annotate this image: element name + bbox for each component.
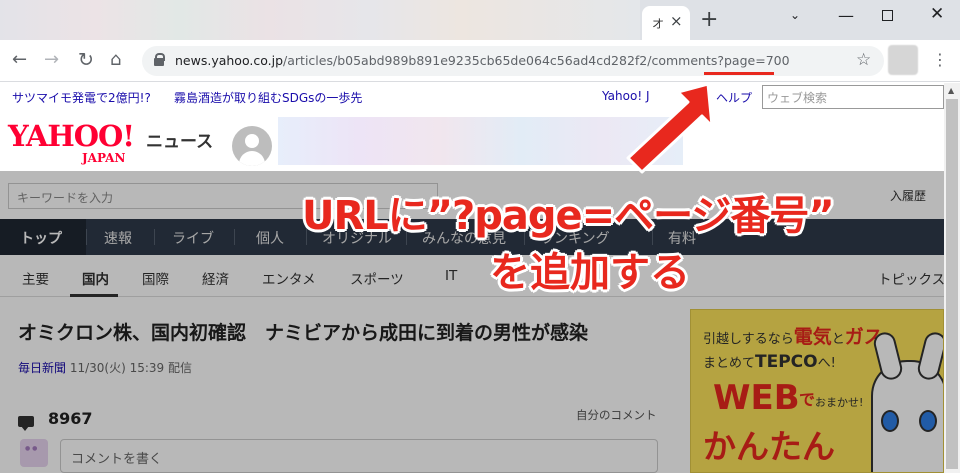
reload-button[interactable]: ↻ (78, 49, 94, 71)
tepco-ad[interactable]: 引越しするなら電気とガス まとめてTEPCOへ! WEB で おまかせ! かんた… (690, 309, 944, 473)
logo-japan-text: JAPAN (82, 151, 126, 165)
nav-divider (86, 229, 87, 245)
browser-menu-icon[interactable]: ⋮ (932, 49, 948, 71)
back-button[interactable]: ← (12, 49, 27, 71)
subnav-economy[interactable]: 経済 (202, 268, 229, 288)
web-search-input[interactable]: ウェブ検索 (762, 85, 944, 109)
url-highlight-underline (704, 72, 774, 75)
user-avatar-icon[interactable] (232, 126, 272, 166)
home-button[interactable]: ⌂ (110, 49, 121, 71)
subnav-it[interactable]: IT (445, 268, 457, 284)
nav-live[interactable]: ライブ (172, 228, 214, 248)
nav-breaking[interactable]: 速報 (104, 228, 132, 248)
logo-yahoo-text: YAHOO! (8, 119, 135, 153)
promo-link-2[interactable]: 霧島酒造が取り組むSDGsの一歩先 (174, 89, 362, 106)
maximize-button[interactable] (882, 10, 893, 21)
url-text[interactable]: news.yahoo.co.jp/articles/b05abd989b891e… (175, 53, 790, 68)
forward-button[interactable]: → (44, 49, 59, 71)
publisher-link[interactable]: 毎日新聞 (18, 361, 66, 375)
subnav-international[interactable]: 国際 (142, 268, 169, 288)
browser-toolbar: ← → ↻ ⌂ news.yahoo.co.jp/articles/b05abd… (0, 40, 960, 82)
my-comments-link[interactable]: 自分のコメント (576, 407, 657, 423)
url-host: news.yahoo.co.jp (175, 53, 284, 68)
tab-title: オ (652, 17, 665, 31)
ad-de-text: で (799, 390, 816, 409)
subnav-active-underline (70, 294, 118, 297)
browser-titlebar: オ × + ⌄ — ✕ (0, 0, 960, 40)
subnav-domestic[interactable]: 国内 (82, 268, 109, 288)
blurred-tabs (0, 0, 640, 40)
publish-date: 11/30(火) 15:39 配信 (69, 361, 193, 375)
tab-search-icon[interactable]: ⌄ (790, 8, 800, 22)
article-headline[interactable]: オミクロン株、国内初確認 ナミビアから成田に到着の男性が感染 (18, 318, 588, 345)
yahoo-topbar: サツマイモ発電で2億円!? 霧島酒造が取り組むSDGsの一歩先 Yahoo! J… (0, 83, 944, 111)
subnav-entertainment[interactable]: エンタメ (262, 268, 316, 288)
comment-count: 8967 (48, 409, 93, 428)
subnav-sports[interactable]: スポーツ (350, 268, 404, 288)
page-scrollbar[interactable]: ▲ (944, 83, 960, 473)
logo-news-text: ニュース (146, 132, 214, 152)
category-subnav: 主要 国内 国際 経済 エンタメ スポーツ IT トピックス (0, 255, 944, 297)
minimize-button[interactable]: — (838, 6, 854, 25)
scroll-thumb[interactable] (946, 99, 958, 469)
comment-icon (18, 416, 34, 431)
url-path: /articles/b05abd989b891e9235cb65de064c56… (283, 53, 790, 68)
scroll-up-icon[interactable]: ▲ (948, 86, 954, 95)
ad-line2: まとめてTEPCOへ! (703, 352, 836, 372)
close-window-button[interactable]: ✕ (930, 4, 944, 24)
annotation-arrow-icon (626, 82, 714, 174)
article-source: 毎日新聞 11/30(火) 15:39 配信 (18, 359, 192, 376)
tab-close-icon[interactable]: × (670, 12, 683, 30)
rabbit-mascot-icon (871, 330, 943, 472)
nav-divider (234, 229, 235, 245)
ad-line1: 引越しするなら電気とガス (703, 326, 883, 348)
search-history-link[interactable]: 入履歴 (890, 187, 926, 204)
ad-web-text: WEB (713, 378, 800, 418)
nav-divider (154, 229, 155, 245)
lock-icon[interactable] (154, 53, 165, 66)
web-page: サツマイモ発電で2億円!? 霧島酒造が取り組むSDGsの一歩先 Yahoo! J… (0, 83, 944, 473)
profile-avatar[interactable] (888, 45, 918, 75)
my-avatar-icon (20, 439, 48, 467)
comment-input[interactable]: コメントを書く (60, 439, 658, 473)
active-tab[interactable]: オ × (642, 6, 690, 40)
annotation-line1: URLに”?page=ページ番号” (301, 192, 835, 240)
promo-link-1[interactable]: サツマイモ発電で2億円!? (12, 89, 151, 106)
nav-top[interactable]: トップ (20, 228, 62, 248)
nav-individual[interactable]: 個人 (256, 228, 284, 248)
ad-omakase-text: おまかせ! (815, 396, 864, 409)
yahoo-news-logo[interactable]: YAHOO! JAPAN (8, 119, 135, 165)
subnav-main[interactable]: 主要 (22, 268, 49, 288)
annotation-line2: を追加する (490, 250, 690, 296)
topics-link[interactable]: トピックス (878, 268, 944, 288)
new-tab-button[interactable]: + (700, 8, 718, 32)
bookmark-star-icon[interactable]: ☆ (856, 50, 871, 70)
ad-kantan-text: かんたん (703, 427, 835, 466)
